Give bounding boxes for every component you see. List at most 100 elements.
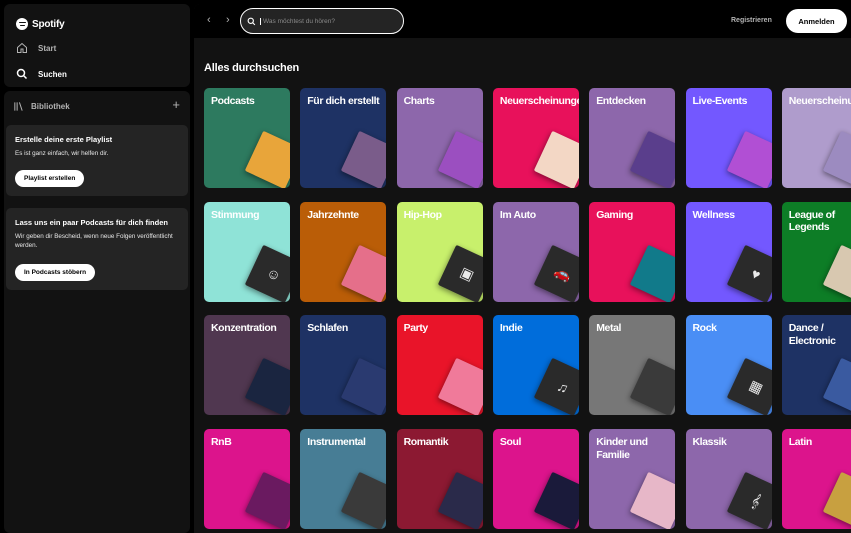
search-input[interactable]: [260, 17, 400, 25]
category-tile-artwork: ♫: [533, 358, 579, 416]
category-tile-artwork: [822, 244, 851, 302]
category-tile-artwork: [437, 471, 483, 530]
category-tile-label: Romantik: [403, 436, 449, 449]
category-glyph-icon: 🚗: [551, 262, 575, 285]
category-tile-artwork: 𝄞: [726, 471, 772, 530]
category-tile[interactable]: Klassik 𝄞: [685, 429, 772, 530]
category-tile-label: Konzentration: [211, 322, 277, 335]
category-tile[interactable]: Für dich erstellt: [300, 88, 387, 188]
category-tile[interactable]: Charts: [396, 88, 483, 188]
category-tile-label: Rock: [692, 322, 717, 335]
category-tile-artwork: [437, 358, 483, 416]
category-tile-label: Charts: [403, 95, 435, 107]
category-tile[interactable]: League of Legends: [781, 201, 851, 302]
search-box[interactable]: [240, 8, 404, 34]
back-arrow-icon[interactable]: ‹: [207, 14, 211, 26]
category-tile-artwork: [244, 358, 290, 416]
category-glyph-icon: ▣: [457, 263, 477, 284]
category-tile-label: Party: [403, 322, 429, 335]
category-tile-artwork: [822, 471, 851, 530]
category-tile-label: Neuerscheinungen: [499, 95, 579, 107]
spotify-logo[interactable]: Spotify: [16, 18, 65, 30]
category-tile-label: Stimmung: [211, 208, 260, 221]
category-tile-label: Im Auto: [499, 208, 536, 221]
category-tile[interactable]: Jahrzehnte: [300, 201, 387, 302]
category-tile-label: Live-Events: [692, 95, 748, 107]
top-bar: ‹ › Registrieren Anmelden: [194, 4, 851, 38]
card-text: Es ist ganz einfach, wir helfen dir.: [15, 150, 109, 157]
create-playlist-button[interactable]: Playlist erstellen: [15, 170, 85, 187]
category-tile-label: Wellness: [692, 208, 736, 221]
category-tile-label: Klassik: [692, 436, 727, 449]
category-tile[interactable]: Wellness ♥: [685, 201, 772, 302]
nav-item-search[interactable]: Suchen: [16, 68, 67, 80]
category-tile[interactable]: Live-Events: [685, 88, 772, 188]
category-tile[interactable]: Instrumental: [300, 429, 387, 530]
category-tile[interactable]: Rock ▦: [685, 315, 772, 416]
category-glyph-icon: ♫: [554, 377, 572, 397]
category-tile-label: Gaming: [596, 208, 633, 221]
category-tile-artwork: ☺: [244, 244, 290, 302]
library-panel: Bibliothek + Erstelle deine erste Playli…: [4, 91, 190, 533]
category-tile[interactable]: Kinder und Familie: [589, 429, 676, 530]
category-tile[interactable]: Neuerscheinungen: [781, 88, 851, 188]
register-link[interactable]: Registrieren: [731, 17, 772, 24]
category-tile[interactable]: Romantik: [396, 429, 483, 530]
category-tile-label: Für dich erstellt: [307, 95, 380, 107]
category-tile[interactable]: Konzentration: [204, 315, 290, 416]
category-tile-artwork: ▣: [437, 244, 483, 302]
home-icon: [17, 42, 27, 53]
category-tile-label: Schlafen: [307, 322, 348, 335]
category-tile[interactable]: Latin: [781, 429, 851, 530]
category-tile[interactable]: Gaming: [589, 201, 676, 302]
nav-item-start[interactable]: Start: [16, 42, 56, 54]
browse-podcasts-button[interactable]: In Podcasts stöbern: [15, 264, 96, 281]
category-tile[interactable]: Metal: [589, 315, 676, 416]
category-tile[interactable]: Dance / Electronic: [781, 315, 851, 416]
category-tile-label: Soul: [499, 436, 522, 449]
logo-text: Spotify: [32, 18, 65, 30]
nav-item-label: Suchen: [38, 69, 67, 79]
category-tile-artwork: [629, 471, 676, 530]
spotify-logo-icon: [16, 18, 28, 30]
category-tile[interactable]: Schlafen: [300, 315, 387, 416]
category-tile[interactable]: Indie ♫: [492, 315, 579, 416]
category-tile-artwork: [533, 471, 579, 530]
category-tile-label: Neuerscheinungen: [788, 95, 851, 107]
category-tile-artwork: ▦: [726, 358, 772, 416]
category-tile-label: Hip-Hop: [403, 208, 442, 221]
category-tile[interactable]: Stimmung ☺: [204, 201, 290, 302]
category-tile[interactable]: Im Auto 🚗: [492, 201, 579, 302]
category-tile[interactable]: Hip-Hop ▣: [396, 201, 483, 302]
category-tile-artwork: [822, 358, 851, 416]
category-glyph-icon: ♥: [748, 264, 763, 283]
category-glyph-icon: ▦: [746, 376, 766, 397]
category-tile[interactable]: Entdecken: [589, 88, 676, 188]
card-title: Lass uns ein paar Podcasts für dich find…: [15, 218, 168, 227]
category-tile-label: RnB: [211, 436, 232, 449]
add-icon[interactable]: +: [172, 97, 180, 112]
login-button[interactable]: Anmelden: [786, 9, 847, 33]
library-label: Bibliothek: [31, 102, 70, 111]
category-tile-artwork: [533, 130, 579, 188]
library-button[interactable]: Bibliothek: [13, 101, 70, 112]
category-tile-artwork: [629, 130, 676, 188]
forward-arrow-icon[interactable]: ›: [226, 14, 230, 26]
category-tile[interactable]: Party: [396, 315, 483, 416]
search-icon: [247, 17, 256, 25]
category-tile-artwork: [341, 358, 387, 416]
category-tile-label: League of Legends: [788, 208, 835, 234]
category-tile[interactable]: Soul: [492, 429, 579, 530]
category-tile-artwork: [244, 471, 290, 530]
category-tile-artwork: [726, 130, 772, 188]
category-tile-artwork: ♥: [726, 244, 772, 302]
category-tile-artwork: [822, 130, 851, 188]
category-tile[interactable]: RnB: [204, 429, 290, 530]
category-tile-artwork: [341, 130, 387, 188]
category-tile-label: Jahrzehnte: [307, 208, 359, 221]
library-icon: [14, 102, 23, 111]
category-tile[interactable]: Neuerscheinungen: [492, 88, 579, 188]
category-tile[interactable]: Podcasts: [204, 88, 290, 188]
category-tile-label: Entdecken: [596, 95, 646, 107]
category-tile-label: Latin: [788, 436, 812, 449]
